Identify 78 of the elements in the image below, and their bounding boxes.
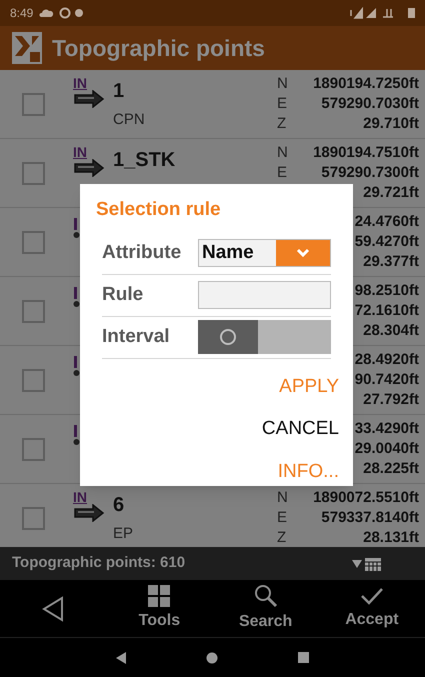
toolbar-button[interactable]: Accept [318, 580, 425, 637]
icon-fragment [73, 287, 81, 309]
dialog-button[interactable]: CANCEL [262, 415, 339, 444]
notification-icons [39, 7, 86, 19]
coordinate-value: 29.0040ft [354, 439, 419, 459]
interval-switch[interactable] [198, 320, 331, 354]
chevron-down-icon[interactable] [276, 240, 330, 266]
coordinate-value: 33.4290ft [354, 419, 419, 439]
icon-fragment [73, 218, 81, 240]
axis-label: N [277, 143, 289, 163]
coordinate-value: 579337.8140ft [321, 508, 419, 528]
icon-fragment [73, 356, 81, 378]
point-name: 6 [113, 493, 126, 518]
coordinate-value: 29.721ft [363, 183, 419, 203]
coordinate-value: 1890072.5510ft [313, 488, 419, 508]
coordinate-value: 1890194.7250ft [313, 74, 419, 94]
coordinate-value: 27.792ft [363, 390, 419, 410]
checkbox[interactable] [22, 92, 45, 116]
point-name: 1 [113, 79, 126, 104]
back-icon [42, 596, 64, 622]
search-icon [254, 584, 278, 608]
rule-input-field[interactable] [198, 281, 331, 309]
point-name: 1_STK [113, 148, 176, 173]
point-row[interactable]: IN 1 CPN N 1890194.7250ft E 579290.7030ft Z 29.710ft [0, 70, 425, 139]
axis-label: E [277, 163, 288, 183]
axis-label: Z [277, 528, 288, 547]
point-code: CPN [113, 110, 145, 130]
signal-icon [366, 7, 377, 19]
toolbar-button[interactable]: Tools [106, 580, 212, 637]
coordinate-value: 90.7420ft [354, 370, 419, 390]
home-icon[interactable] [206, 652, 218, 664]
coordinate-value: 24.4760ft [354, 212, 419, 232]
wifi-icon [349, 7, 363, 19]
axis-label: E [277, 94, 288, 114]
filter-calendar-icon[interactable] [351, 556, 383, 572]
checkbox[interactable] [22, 368, 45, 392]
checkmark-icon [360, 586, 384, 606]
screen-title: Topographic points [52, 34, 265, 63]
point-code: EP [113, 524, 134, 544]
coordinate-value: 579290.7300ft [321, 163, 419, 183]
in-label: IN [73, 76, 88, 90]
coordinate-value: 59.4270ft [354, 232, 419, 252]
field-label: Rule [102, 282, 144, 307]
coordinate-value: 98.2510ft [354, 281, 419, 301]
attribute-dropdown[interactable]: Name [198, 239, 331, 267]
axis-label: N [277, 488, 289, 508]
coordinate-value: 28.304ft [363, 321, 419, 341]
toolbar-button[interactable]: Search [212, 580, 319, 637]
coordinate-value: 579290.7030ft [321, 94, 419, 114]
coordinate-value: 28.4920ft [354, 350, 419, 370]
clock-text: 8:49 [10, 5, 34, 22]
coordinate-value: 28.131ft [363, 528, 419, 547]
battery-icon [408, 8, 415, 18]
icon-fragment [73, 425, 81, 447]
field-label: Attribute [102, 240, 182, 265]
checkbox[interactable] [22, 438, 45, 460]
coordinate-value: 1890194.7510ft [313, 143, 419, 163]
grid-icon [148, 584, 170, 606]
checkbox[interactable] [22, 506, 45, 530]
data-icon [383, 7, 394, 19]
point-count: Topographic points: 610 [12, 553, 186, 574]
axis-label: Z [277, 114, 288, 134]
coordinate-value: 72.1610ft [354, 301, 419, 321]
checkbox[interactable] [22, 300, 45, 322]
axis-label: N [277, 74, 289, 94]
in-label: IN [73, 145, 88, 159]
recents-icon[interactable] [298, 652, 309, 663]
coordinate-value: 29.710ft [363, 114, 419, 134]
coordinate-value: 28.225ft [363, 459, 419, 479]
checkbox[interactable] [22, 230, 45, 254]
checkbox[interactable] [22, 162, 45, 184]
app-logo [12, 32, 42, 64]
in-label: IN [73, 490, 88, 504]
field-label: Interval [102, 324, 171, 349]
back-icon[interactable] [116, 652, 126, 664]
coordinate-value: 29.377ft [363, 252, 419, 272]
axis-label: E [277, 508, 288, 528]
switch-thumb-icon[interactable] [219, 328, 237, 346]
